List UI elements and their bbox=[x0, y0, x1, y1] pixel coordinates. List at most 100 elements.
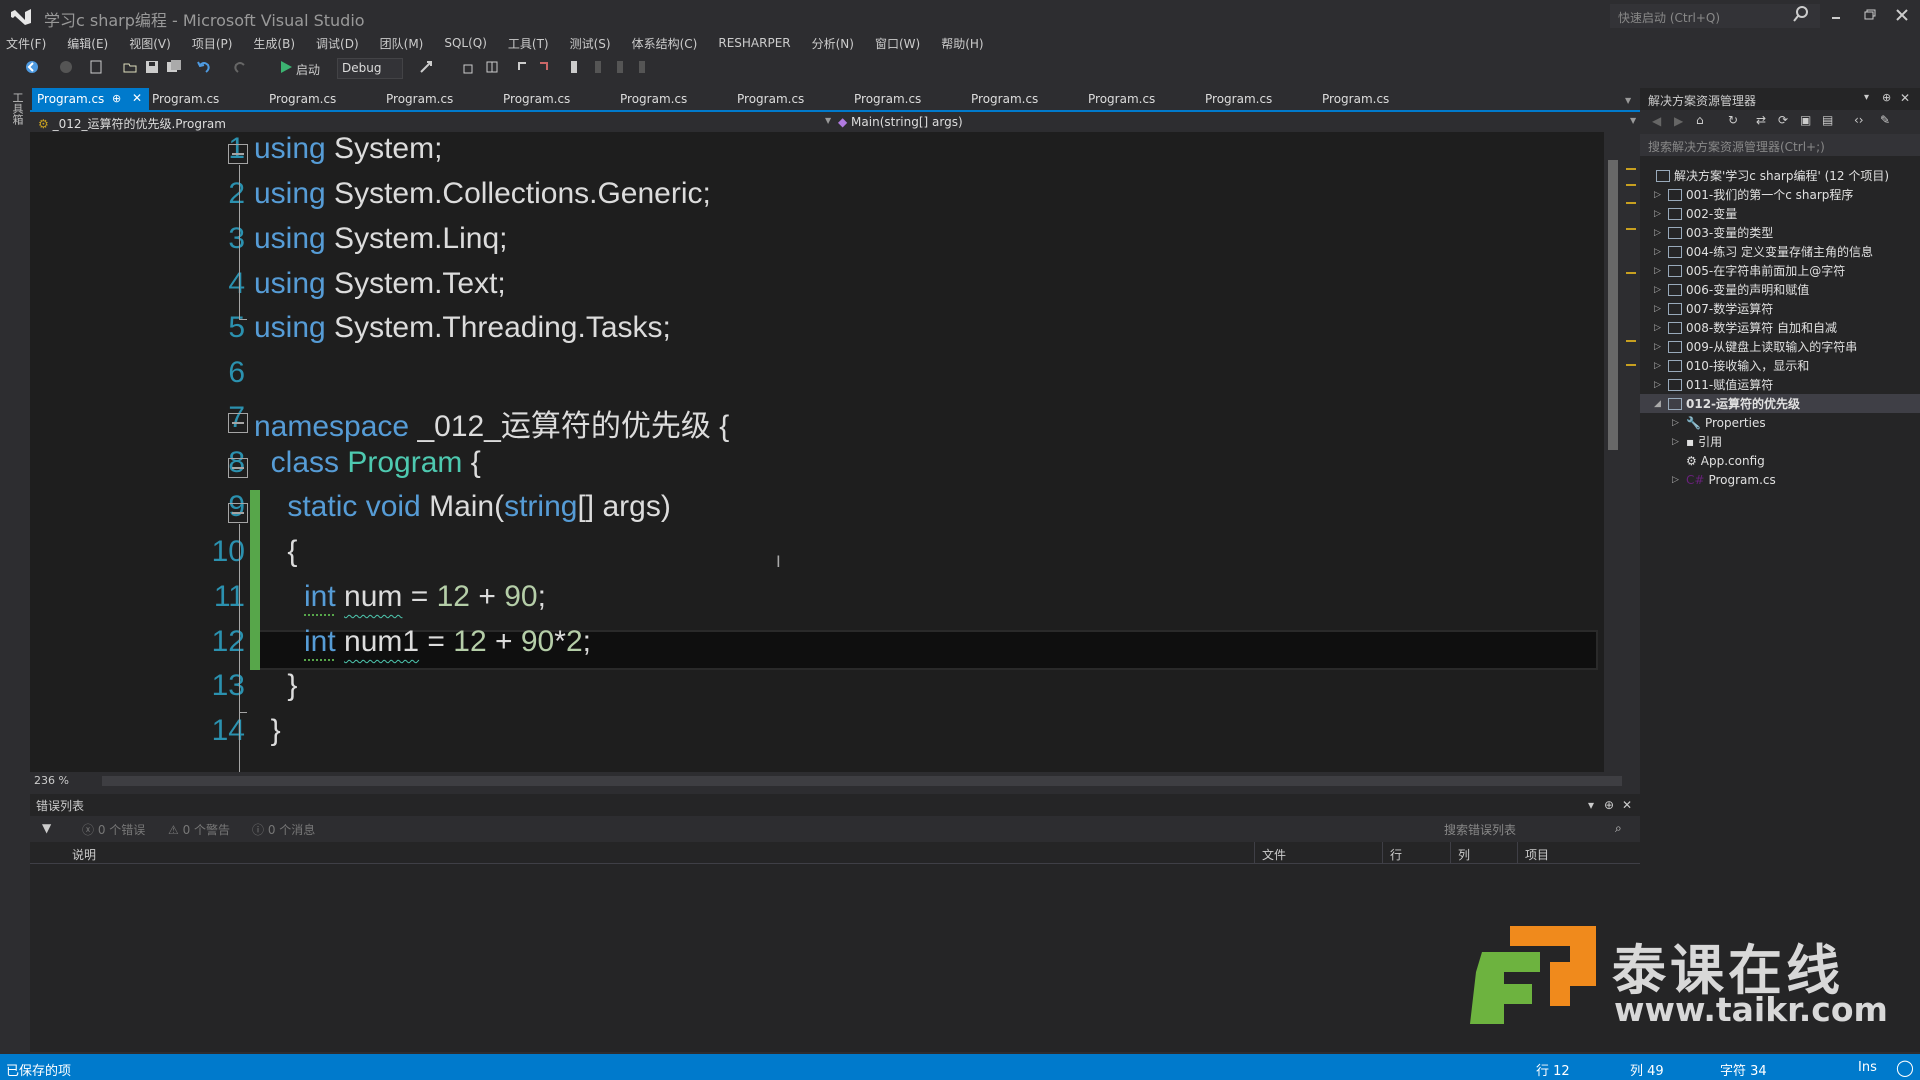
bookmark-icon[interactable] bbox=[566, 59, 582, 75]
menu-analyze[interactable]: 分析(N) bbox=[812, 35, 854, 52]
project-node[interactable]: ▷ 005-在字符串前面加上@字符 bbox=[1654, 261, 1845, 280]
column-divider[interactable] bbox=[1254, 842, 1255, 864]
back-icon[interactable]: ◀ bbox=[1652, 114, 1661, 128]
solution-search-input[interactable]: 搜索解决方案资源管理器(Ctrl+;) bbox=[1640, 134, 1920, 156]
close-panel-icon[interactable]: ✕ bbox=[1900, 91, 1910, 105]
column-divider[interactable] bbox=[1517, 842, 1518, 864]
quick-launch-input[interactable]: 快速启动 (Ctrl+Q) bbox=[1610, 4, 1820, 28]
toolbox-tab[interactable]: 工具箱 bbox=[9, 92, 25, 125]
project-node[interactable]: ▷ 009-从键盘上读取输入的字符串 bbox=[1654, 337, 1857, 356]
tab-program[interactable]: Program.cs bbox=[732, 88, 809, 110]
error-search-input[interactable]: 搜索错误列表 bbox=[1440, 819, 1600, 839]
expand-arrow-icon[interactable]: ▷ bbox=[1654, 361, 1668, 371]
scrollbar-thumb[interactable] bbox=[1608, 160, 1618, 450]
attach-icon[interactable] bbox=[418, 59, 434, 75]
column-column[interactable]: 列 bbox=[1458, 846, 1470, 863]
app-config-node[interactable]: ⚙ App.config bbox=[1686, 451, 1765, 470]
search-icon[interactable] bbox=[1792, 5, 1810, 23]
tab-program-active[interactable]: Program.cs ⊕ ✕ bbox=[32, 88, 149, 110]
menu-debug[interactable]: 调试(D) bbox=[316, 35, 359, 52]
solution-node[interactable]: 解决方案'学习c sharp编程' (12 个项目) bbox=[1656, 166, 1889, 185]
collapse-all-icon[interactable]: ▣ bbox=[1800, 113, 1811, 127]
collapse-class-icon[interactable] bbox=[228, 458, 248, 478]
chevron-down-icon[interactable]: ▼ bbox=[1630, 116, 1636, 125]
expand-arrow-icon[interactable]: ▷ bbox=[1654, 304, 1668, 314]
tab-program[interactable]: Program.cs bbox=[498, 88, 575, 110]
find-icon[interactable] bbox=[462, 59, 478, 75]
code-editor[interactable]: 1 2 3 4 5 6 7 8 9 10 11 12 13 14 using S… bbox=[30, 132, 1610, 772]
start-debugging-icon[interactable] bbox=[278, 59, 294, 75]
redo-icon[interactable] bbox=[232, 59, 248, 75]
tabs-dropdown-icon[interactable]: ▼ bbox=[1625, 96, 1631, 105]
project-node[interactable]: ▷ 007-数学运算符 bbox=[1654, 299, 1773, 318]
close-icon[interactable] bbox=[1888, 4, 1916, 26]
menu-window[interactable]: 窗口(W) bbox=[875, 35, 920, 52]
collapse-method-icon[interactable] bbox=[228, 503, 248, 523]
filter-icon[interactable]: ▼ bbox=[42, 821, 51, 835]
expand-arrow-icon[interactable]: ▷ bbox=[1654, 380, 1668, 390]
menu-project[interactable]: 项目(P) bbox=[192, 35, 233, 52]
panel-dropdown-icon[interactable]: ▾ bbox=[1588, 798, 1594, 812]
save-icon[interactable] bbox=[144, 59, 160, 75]
project-node[interactable]: ▷ 001-我们的第一个c sharp程序 bbox=[1654, 185, 1853, 204]
home-icon[interactable]: ⌂ bbox=[1696, 113, 1704, 127]
sync-icon[interactable]: ⇄ bbox=[1756, 113, 1766, 127]
chevron-down-icon[interactable]: ▼ bbox=[825, 116, 831, 125]
view-code-icon[interactable]: ‹› bbox=[1854, 113, 1864, 127]
tab-program[interactable]: Program.cs bbox=[849, 88, 926, 110]
start-button-label[interactable]: 启动 bbox=[296, 61, 320, 78]
expand-arrow-icon[interactable]: ▷ bbox=[1654, 266, 1668, 276]
project-node[interactable]: ▷ 006-变量的声明和赋值 bbox=[1654, 280, 1809, 299]
menu-file[interactable]: 文件(F) bbox=[6, 35, 46, 52]
properties-node[interactable]: ▷ 🔧 Properties bbox=[1672, 413, 1766, 432]
references-node[interactable]: ▷ ▪ 引用 bbox=[1672, 432, 1722, 451]
menu-team[interactable]: 团队(M) bbox=[380, 35, 424, 52]
collapse-arrow-icon[interactable]: ◢ bbox=[1654, 399, 1668, 409]
expand-arrow-icon[interactable]: ▷ bbox=[1654, 247, 1668, 257]
save-all-icon[interactable] bbox=[166, 59, 182, 75]
tab-program[interactable]: Program.cs bbox=[615, 88, 692, 110]
close-tab-icon[interactable]: ✕ bbox=[132, 91, 142, 105]
column-project[interactable]: 项目 bbox=[1525, 846, 1549, 863]
errors-filter-button[interactable]: ⓧ 0 个错误 bbox=[82, 821, 145, 838]
tab-program[interactable]: Program.cs bbox=[381, 88, 458, 110]
menu-test[interactable]: 测试(S) bbox=[570, 35, 611, 52]
menu-resharper[interactable]: RESHARPER bbox=[718, 36, 790, 50]
uncomment-icon[interactable] bbox=[536, 59, 552, 75]
vertical-scrollbar[interactable] bbox=[1604, 132, 1622, 772]
restore-icon[interactable] bbox=[1856, 4, 1884, 26]
tab-program[interactable]: Program.cs bbox=[1200, 88, 1277, 110]
open-file-icon[interactable] bbox=[122, 59, 138, 75]
minimize-icon[interactable] bbox=[1822, 4, 1850, 26]
project-node[interactable]: ▷ 002-变量 bbox=[1654, 204, 1737, 223]
horizontal-scrollbar[interactable] bbox=[102, 776, 1622, 786]
navigate-back-icon[interactable] bbox=[24, 59, 40, 75]
properties-icon[interactable]: ✎ bbox=[1880, 113, 1890, 127]
panel-dropdown-icon[interactable]: ▾ bbox=[1864, 92, 1869, 103]
project-node[interactable]: ▷ 008-数学运算符 自加和自减 bbox=[1654, 318, 1837, 337]
program-cs-node[interactable]: ▷ C# Program.cs bbox=[1672, 470, 1776, 489]
column-divider[interactable] bbox=[1450, 842, 1451, 864]
close-panel-icon[interactable]: ✕ bbox=[1622, 798, 1632, 812]
forward-icon[interactable]: ▶ bbox=[1674, 114, 1683, 128]
pending-changes-icon[interactable]: ↻ bbox=[1728, 113, 1738, 127]
new-project-icon[interactable] bbox=[88, 59, 104, 75]
clear-bookmarks-icon[interactable] bbox=[634, 59, 650, 75]
expand-arrow-icon[interactable]: ▷ bbox=[1672, 437, 1686, 447]
messages-filter-button[interactable]: ⓘ 0 个消息 bbox=[252, 821, 315, 838]
tab-program[interactable]: Program.cs bbox=[1317, 88, 1394, 110]
undo-icon[interactable] bbox=[196, 59, 212, 75]
project-node[interactable]: ▷ 010-接收输入，显示和 bbox=[1654, 356, 1809, 375]
pin-icon[interactable]: ⊕ bbox=[1882, 91, 1891, 104]
overview-ruler[interactable] bbox=[1622, 132, 1640, 772]
warnings-filter-button[interactable]: ⚠ 0 个警告 bbox=[168, 821, 230, 838]
menu-sql[interactable]: SQL(Q) bbox=[444, 36, 487, 50]
menu-tools[interactable]: 工具(T) bbox=[508, 35, 549, 52]
search-icon[interactable]: ⌕ bbox=[1615, 821, 1622, 836]
collapse-namespace-icon[interactable] bbox=[228, 413, 248, 433]
menu-build[interactable]: 生成(B) bbox=[253, 35, 295, 52]
tab-program[interactable]: Program.cs bbox=[264, 88, 341, 110]
column-line[interactable]: 行 bbox=[1390, 846, 1402, 863]
navigate-forward-icon[interactable] bbox=[58, 59, 74, 75]
next-bookmark-icon[interactable] bbox=[612, 59, 628, 75]
